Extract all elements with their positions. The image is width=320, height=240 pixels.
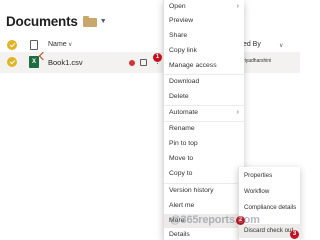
submenu-item-compliance-details[interactable]: Compliance details: [239, 201, 301, 215]
row-checkbox[interactable]: [7, 57, 17, 67]
chevron-down-icon[interactable]: ▼: [100, 18, 107, 25]
column-name[interactable]: Name: [48, 41, 67, 48]
menu-item-pin-to-top[interactable]: Pin to top: [164, 137, 245, 151]
page-title: Documents: [6, 13, 78, 29]
menu-item-download[interactable]: Download: [164, 75, 245, 89]
status-icon: [129, 60, 135, 66]
more-submenu: Properties Workflow Compliance details D…: [238, 167, 301, 240]
menu-item-share[interactable]: Share: [164, 29, 245, 43]
chevron-right-icon: ›: [236, 109, 239, 116]
step-badge-1: 1: [153, 53, 162, 62]
submenu-item-label: Properties: [244, 172, 273, 179]
checked-out-icon: [38, 51, 48, 61]
menu-item-label: Copy to: [169, 170, 193, 177]
submenu-item-properties[interactable]: Properties: [239, 169, 301, 183]
table-row[interactable]: X Book1.csv ⋮: [0, 51, 165, 73]
menu-item-details[interactable]: Details: [164, 228, 245, 240]
menu-item-label: Delete: [169, 93, 189, 100]
step-badge-2: 2: [236, 216, 245, 225]
chevron-right-icon: ›: [236, 3, 239, 10]
menu-item-label: Preview: [169, 17, 194, 24]
context-menu: Open › Preview Share Copy link Manage acc…: [163, 0, 245, 240]
menu-item-open[interactable]: Open ›: [164, 0, 245, 14]
menu-item-more[interactable]: More›: [164, 214, 245, 228]
menu-item-label: Download: [169, 78, 200, 85]
menu-item-label: More: [169, 217, 185, 224]
menu-item-label: Manage access: [169, 62, 217, 69]
menu-item-automate[interactable]: Automate ›: [164, 106, 245, 120]
menu-item-label: Open: [169, 3, 186, 10]
file-type-icon: [30, 40, 38, 50]
submenu-item-label: Discard check out: [244, 227, 294, 234]
excel-file-icon: X: [29, 56, 39, 68]
menu-item-copy-to[interactable]: Copy to: [164, 167, 245, 181]
menu-item-label: Move to: [169, 155, 194, 162]
library-icon[interactable]: [82, 15, 97, 27]
menu-item-delete[interactable]: Delete: [164, 90, 245, 104]
menu-item-move-to[interactable]: Move to: [164, 152, 245, 166]
menu-item-label: Version history: [169, 187, 214, 194]
submenu-item-label: Compliance details: [244, 204, 297, 211]
check-icon: [9, 58, 15, 65]
menu-item-label: Automate: [169, 109, 199, 116]
menu-item-label: Pin to top: [169, 140, 198, 147]
menu-item-preview[interactable]: Preview: [164, 14, 245, 28]
menu-item-version-history[interactable]: Version history: [164, 184, 245, 198]
menu-item-label: Alert me: [169, 202, 195, 209]
submenu-item-label: Workflow: [244, 188, 270, 195]
chevron-down-icon[interactable]: ∨: [279, 42, 283, 49]
check-icon: [9, 41, 15, 48]
step-badge-3: 3: [290, 230, 299, 239]
menu-item-label: Share: [169, 32, 188, 39]
file-name[interactable]: Book1.csv: [48, 58, 83, 67]
menu-item-alert-me[interactable]: Alert me: [164, 199, 245, 213]
menu-item-copy-link[interactable]: Copy link: [164, 44, 245, 58]
menu-item-label: Details: [169, 231, 190, 238]
menu-item-manage-access[interactable]: Manage access: [164, 59, 245, 73]
chevron-down-icon[interactable]: ∨: [68, 41, 72, 48]
select-all-checkbox[interactable]: [7, 40, 17, 50]
menu-item-rename[interactable]: Rename: [164, 122, 245, 136]
library-header: Documents ▼: [6, 10, 107, 32]
menu-item-label: Rename: [169, 125, 195, 132]
menu-item-label: Copy link: [169, 47, 197, 54]
submenu-item-workflow[interactable]: Workflow: [239, 185, 301, 199]
share-icon[interactable]: [140, 59, 147, 66]
